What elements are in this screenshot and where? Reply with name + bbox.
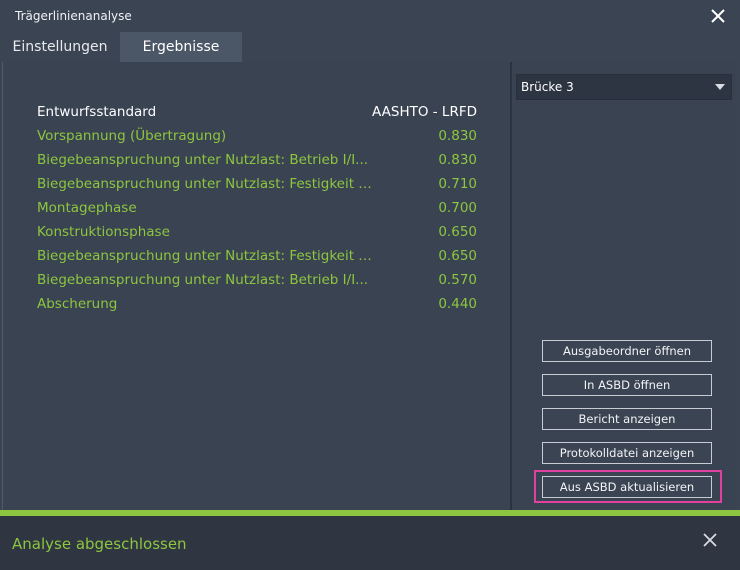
result-value: 0.570 bbox=[438, 272, 477, 288]
result-row[interactable]: Abscherung 0.440 bbox=[35, 292, 479, 316]
show-log-file-button[interactable]: Protokolldatei anzeigen bbox=[542, 442, 712, 464]
chevron-down-icon bbox=[715, 84, 725, 90]
result-value: 0.650 bbox=[438, 248, 477, 264]
result-row[interactable]: Biegebeanspruchung unter Nutzlast: Betri… bbox=[35, 148, 479, 172]
result-label: Konstruktionsphase bbox=[37, 224, 170, 240]
result-label: Biegebeanspruchung unter Nutzlast: Festi… bbox=[37, 248, 372, 264]
result-row[interactable]: Montagephase 0.700 bbox=[35, 196, 479, 220]
result-value: 0.650 bbox=[438, 224, 477, 240]
results-panel: Entwurfsstandard AASHTO - LRFD Vorspannu… bbox=[0, 62, 740, 510]
update-from-asbd-button[interactable]: Aus ASBD aktualisieren bbox=[542, 476, 712, 498]
result-value: 0.710 bbox=[438, 176, 477, 192]
tab-ergebnisse[interactable]: Ergebnisse bbox=[120, 32, 242, 62]
result-row[interactable]: Biegebeanspruchung unter Nutzlast: Festi… bbox=[35, 244, 479, 268]
tab-bar: Einstellungen Ergebnisse bbox=[0, 32, 740, 62]
close-icon[interactable] bbox=[702, 532, 718, 548]
result-label: Biegebeanspruchung unter Nutzlast: Betri… bbox=[37, 152, 369, 168]
result-label: Biegebeanspruchung unter Nutzlast: Betri… bbox=[37, 272, 369, 288]
result-value: 0.700 bbox=[438, 200, 477, 216]
open-output-folder-button[interactable]: Ausgabeordner öffnen bbox=[542, 340, 712, 362]
result-label: Biegebeanspruchung unter Nutzlast: Festi… bbox=[37, 176, 372, 192]
window-edge bbox=[736, 62, 740, 510]
result-label: Montagephase bbox=[37, 200, 137, 216]
show-report-button[interactable]: Bericht anzeigen bbox=[542, 408, 712, 430]
tab-einstellungen[interactable]: Einstellungen bbox=[0, 32, 120, 62]
open-in-asbd-button[interactable]: In ASBD öffnen bbox=[542, 374, 712, 396]
result-row[interactable]: Biegebeanspruchung unter Nutzlast: Betri… bbox=[35, 268, 479, 292]
design-standard-label: Entwurfsstandard bbox=[37, 104, 157, 120]
actions-pane: Brücke 3 Ausgabeordner öffnen In ASBD öf… bbox=[512, 62, 736, 510]
result-label: Abscherung bbox=[37, 296, 118, 312]
results-pane: Entwurfsstandard AASHTO - LRFD Vorspannu… bbox=[2, 62, 510, 510]
bridge-select-value: Brücke 3 bbox=[521, 80, 574, 94]
close-icon[interactable] bbox=[710, 8, 726, 24]
status-bar: Analyse abgeschlossen bbox=[0, 516, 740, 570]
design-standard-row: Entwurfsstandard AASHTO - LRFD bbox=[35, 100, 479, 124]
result-value: 0.830 bbox=[438, 128, 477, 144]
design-standard-value: AASHTO - LRFD bbox=[372, 104, 477, 120]
result-row[interactable]: Konstruktionsphase 0.650 bbox=[35, 220, 479, 244]
window-title: Trägerlinienanalyse bbox=[15, 9, 132, 23]
result-value: 0.440 bbox=[438, 296, 477, 312]
status-message: Analyse abgeschlossen bbox=[12, 535, 187, 553]
result-row[interactable]: Biegebeanspruchung unter Nutzlast: Festi… bbox=[35, 172, 479, 196]
title-bar: Trägerlinienanalyse bbox=[0, 0, 740, 32]
bridge-select[interactable]: Brücke 3 bbox=[516, 74, 732, 100]
result-label: Vorspannung (Übertragung) bbox=[37, 128, 227, 144]
result-row[interactable]: Vorspannung (Übertragung) 0.830 bbox=[35, 124, 479, 148]
results-list: Entwurfsstandard AASHTO - LRFD Vorspannu… bbox=[35, 100, 479, 316]
result-value: 0.830 bbox=[438, 152, 477, 168]
